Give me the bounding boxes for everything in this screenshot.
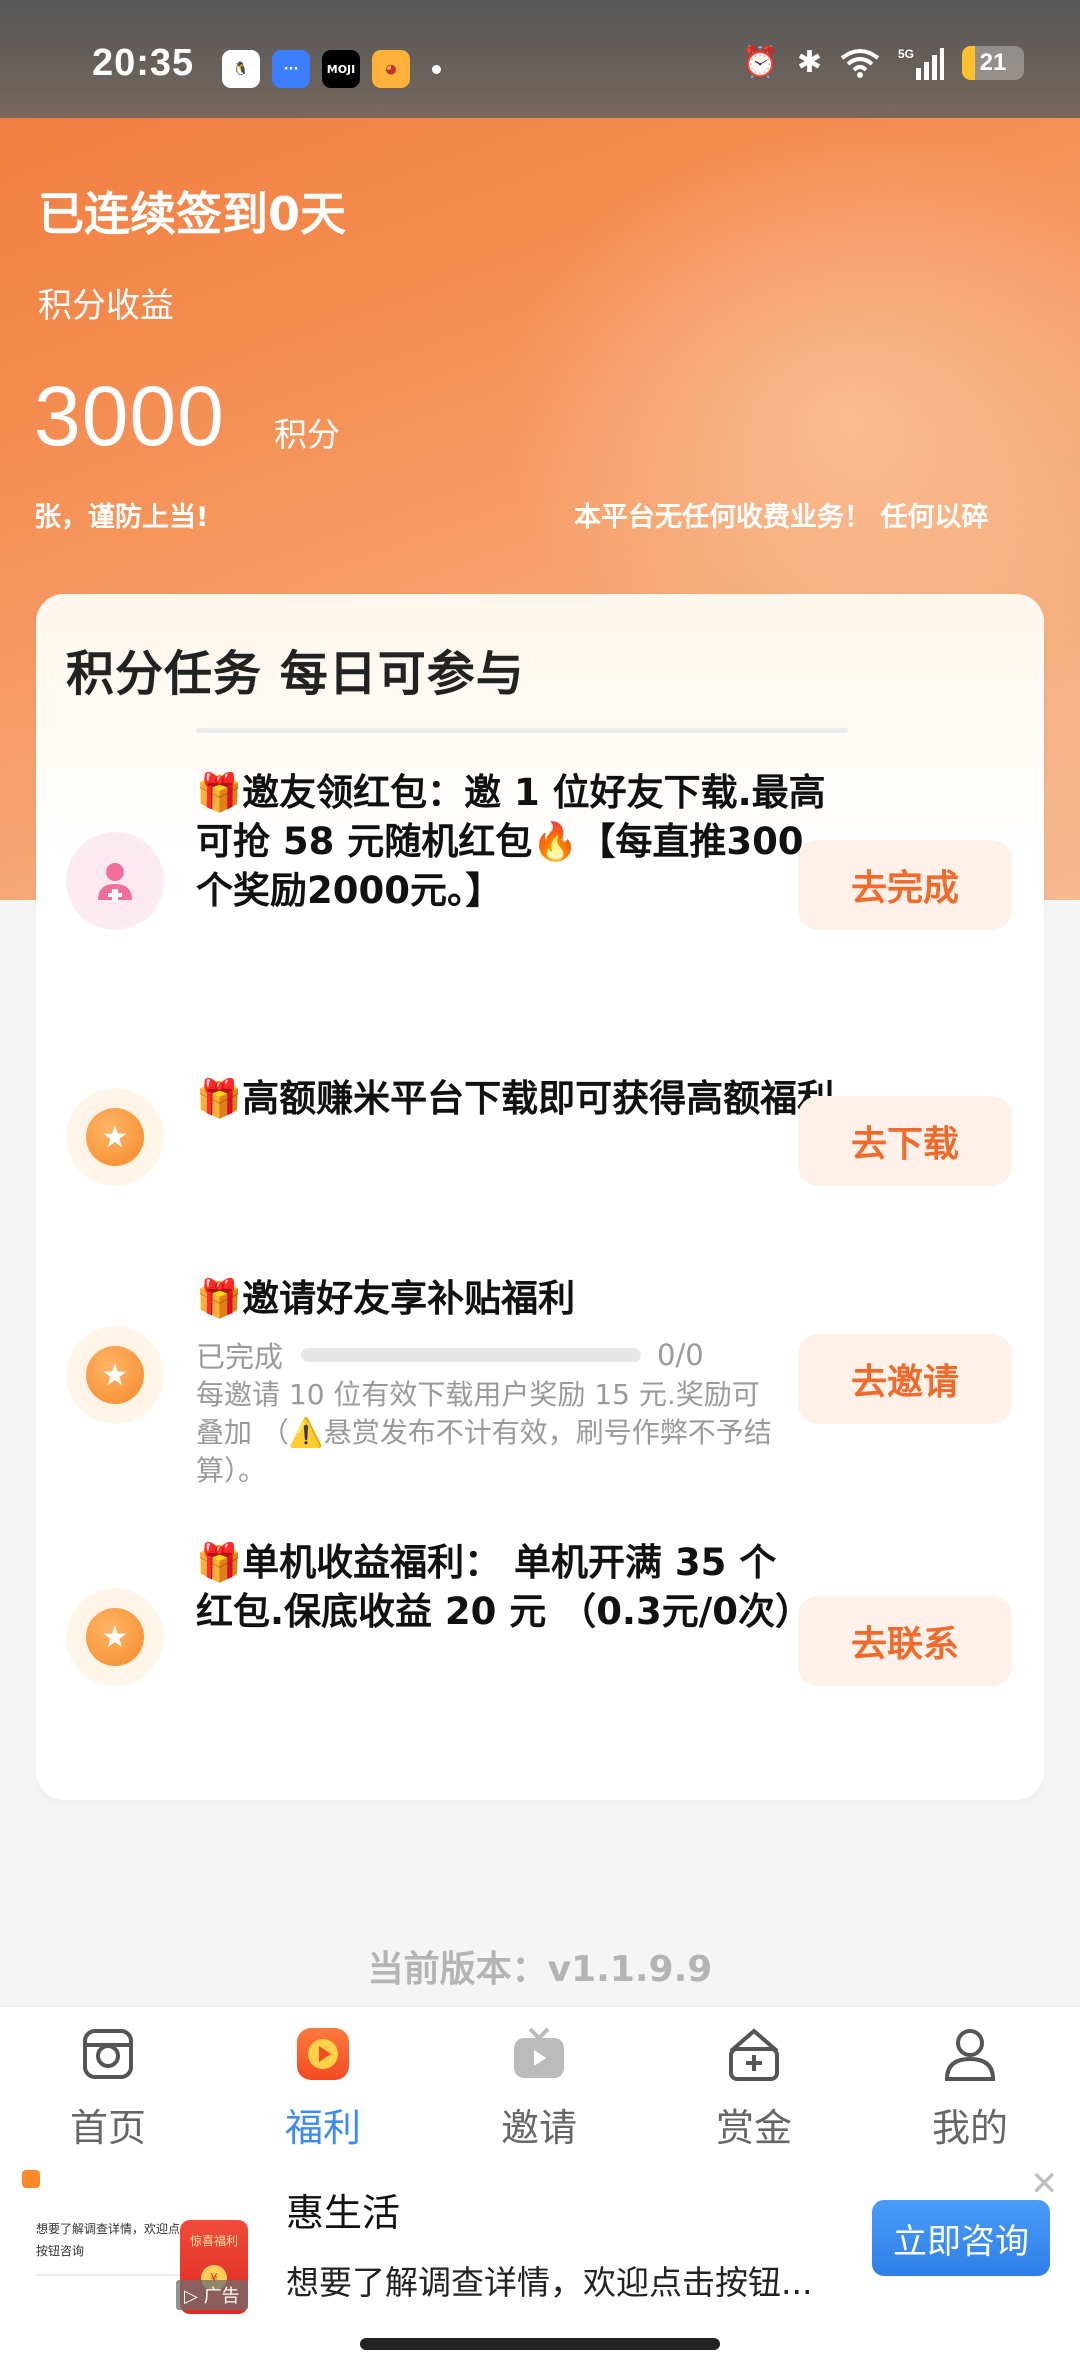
- ad-logo-icon: [22, 2170, 40, 2188]
- progress-label: 已完成: [196, 1340, 284, 1374]
- version-label: 当前版本：v1.1.9.9: [367, 1949, 713, 1990]
- play-icon: [243, 2025, 403, 2083]
- points-task-card: 积分任务 每日可参与 🎁邀友领红包：邀 1 位好友下载.最高可抢 58 元随机红…: [36, 594, 1044, 1800]
- star-badge-icon: ★: [86, 1108, 144, 1166]
- consult-button[interactable]: 立即咨询: [872, 2200, 1050, 2276]
- ad-thumbnail[interactable]: 想要了解调查详情，欢迎点击按钮咨询 惊喜福利 ¥: [18, 2170, 268, 2350]
- alarm-icon: ⏰: [741, 45, 779, 80]
- card-title: 积分任务 每日可参与: [66, 646, 525, 702]
- star-icon: ★: [66, 1088, 164, 1186]
- task-text: 🎁邀请好友享补贴福利: [196, 1277, 576, 1320]
- complete-button[interactable]: 去完成: [798, 840, 1012, 930]
- ad-title: 惠生活: [286, 2191, 401, 2235]
- star-badge-icon: ★: [86, 1346, 144, 1404]
- home-indicator[interactable]: [360, 2338, 720, 2350]
- status-bar: 20:35 🐧 ··· MOJI ◕ ⏰ ✱ 5G 21: [0, 0, 1080, 118]
- ad-description: 想要了解调查详情，欢迎点击按钮...: [286, 2263, 813, 2302]
- star-badge-icon: ★: [86, 1608, 144, 1666]
- points-label: 积分收益: [38, 286, 174, 326]
- notification-dot-icon: [432, 64, 441, 74]
- progress-value: 0/0: [657, 1338, 704, 1372]
- moji-icon: MOJI: [322, 50, 360, 88]
- tab-label: 赏金: [715, 2106, 792, 2150]
- signal-icon: 5G: [898, 47, 944, 80]
- marquee-text-left: 张，谨防上当!: [34, 502, 209, 533]
- tab-label: 邀请: [500, 2106, 577, 2150]
- battery-level: 21: [979, 49, 1007, 76]
- ad-tag-label: 广告: [203, 2286, 240, 2307]
- tv-icon: [459, 2025, 619, 2083]
- pet-app-icon: ◕: [372, 50, 410, 88]
- bluetooth-icon: ✱: [796, 45, 822, 80]
- points-value: 3000: [34, 369, 225, 463]
- contact-button[interactable]: 去联系: [798, 1596, 1012, 1686]
- checkin-streak: 已连续签到0天: [38, 187, 347, 241]
- profile-icon: [890, 2025, 1050, 2083]
- home-icon: [28, 2025, 188, 2083]
- star-icon: ★: [66, 1588, 164, 1686]
- user-icon: [66, 832, 164, 930]
- tab-label: 首页: [69, 2106, 146, 2150]
- task-text: 🎁邀友领红包：邀 1 位好友下载.最高可抢 58 元随机红包🔥【每直推300个奖…: [196, 771, 826, 912]
- bottom-tab-bar: 首页 福利 邀请 赏金 我的: [0, 2006, 1080, 2152]
- points-unit: 积分: [274, 415, 340, 454]
- ad-tag: ▷ 广告: [176, 2280, 248, 2310]
- bounty-icon: [674, 2025, 834, 2083]
- ad-thumb-text: 想要了解调查详情，欢迎点击按钮咨询: [36, 2222, 193, 2258]
- card-divider: [196, 728, 848, 733]
- message-icon: ···: [272, 50, 310, 88]
- tab-bounty[interactable]: 赏金: [674, 2025, 834, 2152]
- task-progress: 已完成 0/0: [196, 1334, 704, 1376]
- task-description: 每邀请 10 位有效下载用户奖励 15 元.奖励可叠加 （⚠️悬赏发布不计有效，…: [196, 1378, 772, 1487]
- marquee-text-right: 本平台无任何收费业务！ 任何以碎: [574, 502, 989, 533]
- close-icon[interactable]: ✕: [1030, 2164, 1059, 2204]
- tab-mine[interactable]: 我的: [890, 2025, 1050, 2152]
- progress-bar: [301, 1348, 642, 1362]
- invite-button[interactable]: 去邀请: [798, 1334, 1012, 1424]
- tab-home[interactable]: 首页: [28, 2025, 188, 2152]
- tab-invite[interactable]: 邀请: [459, 2025, 619, 2152]
- qq-icon: 🐧: [222, 50, 260, 88]
- status-time: 20:35: [92, 42, 195, 84]
- notice-marquee: 张，谨防上当! 本平台无任何收费业务！ 任何以碎: [34, 495, 1044, 535]
- ad-thumb-divider: [36, 2274, 186, 2276]
- tab-welfare[interactable]: 福利: [243, 2025, 403, 2152]
- status-app-icons: 🐧 ··· MOJI ◕: [222, 50, 441, 88]
- battery-fill: [962, 46, 976, 80]
- task-text: 🎁高额赚米平台下载即可获得高额福利: [196, 1077, 835, 1120]
- task-text: 🎁单机收益福利： 单机开满 35 个红包.保底收益 20 元 （0.3元/0次）: [196, 1541, 812, 1633]
- tab-label: 我的: [931, 2106, 1008, 2150]
- wifi-icon: [840, 49, 880, 78]
- battery-icon: 21: [962, 46, 1024, 80]
- download-button[interactable]: 去下载: [798, 1096, 1012, 1186]
- status-right-icons: ⏰ ✱ 5G 21: [741, 45, 1024, 80]
- star-icon: ★: [66, 1326, 164, 1424]
- envelope-text: 惊喜福利: [189, 2234, 238, 2248]
- tab-label: 福利: [284, 2106, 361, 2150]
- svg-text:5G: 5G: [898, 47, 914, 61]
